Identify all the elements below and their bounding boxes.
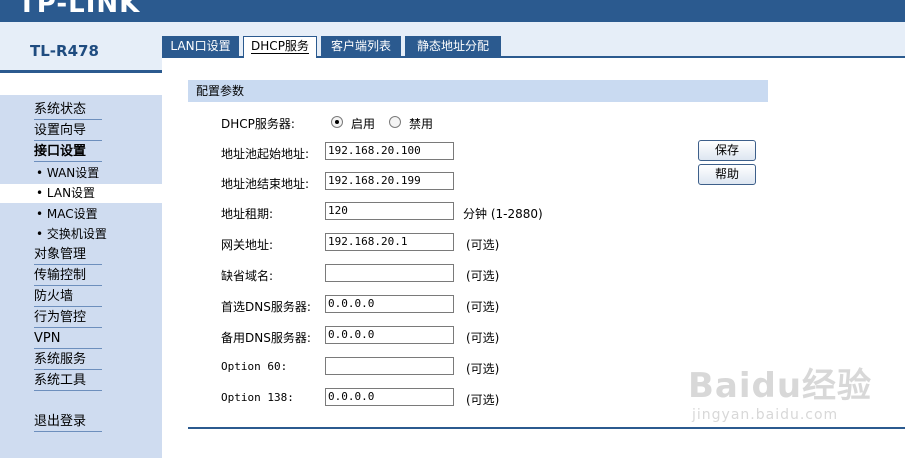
option60-input[interactable] [325, 357, 454, 375]
secondary-dns-optional-hint: (可选) [466, 331, 500, 345]
domain-optional-hint: (可选) [466, 269, 500, 283]
sidebar-item-logout[interactable]: 退出登录 [34, 413, 102, 432]
primary-dns-label: 首选DNS服务器: [221, 300, 311, 314]
option60-label: Option 60: [221, 360, 288, 373]
sidebar-item-setup-wizard[interactable]: 设置向导 [34, 122, 102, 141]
dhcp-disable-radio[interactable] [389, 116, 401, 128]
gateway-label: 网关地址: [221, 238, 274, 252]
sidebar-nav: 系统状态 设置向导 接口设置 • WAN设置 • LAN设置 • MAC设置 •… [0, 95, 162, 458]
pool-end-label: 地址池结束地址: [221, 177, 310, 191]
tab-bar: LAN口设置 DHCP服务 客户端列表 静态地址分配 [162, 22, 905, 58]
default-domain-label: 缺省域名: [221, 269, 274, 283]
lease-time-label: 地址租期: [221, 207, 274, 221]
sidebar-item-system-status[interactable]: 系统状态 [34, 101, 102, 120]
help-button[interactable]: 帮助 [698, 164, 756, 185]
lease-time-unit: 分钟 (1-2880) [463, 207, 543, 221]
secondary-dns-label: 备用DNS服务器: [221, 331, 311, 345]
tab-lan-port[interactable]: LAN口设置 [162, 36, 239, 56]
tab-dhcp-service[interactable]: DHCP服务 [243, 36, 317, 58]
lease-time-input[interactable]: 120 [325, 202, 454, 220]
sidebar: TL-R478 系统状态 设置向导 接口设置 • WAN设置 • LAN设置 •… [0, 22, 162, 458]
tplink-logo: TP-LINK [18, 0, 141, 19]
sidebar-item-mac[interactable]: • MAC设置 [36, 205, 104, 224]
bottom-divider [188, 427, 905, 429]
sidebar-item-interface-settings[interactable]: 接口设置 [34, 143, 102, 162]
baidu-watermark: Baidu经验 jingyan.baidu.com [688, 358, 872, 423]
sidebar-item-behavior-control[interactable]: 行为管控 [34, 309, 102, 328]
sidebar-item-system-services[interactable]: 系统服务 [34, 351, 102, 370]
radio-selected-dot [335, 120, 339, 124]
pool-start-label: 地址池起始地址: [221, 147, 310, 161]
sidebar-item-system-tools[interactable]: 系统工具 [34, 372, 102, 391]
default-domain-input[interactable] [325, 264, 454, 282]
sidebar-item-object-management[interactable]: 对象管理 [34, 246, 102, 265]
sidebar-item-lan[interactable]: • LAN设置 [0, 184, 162, 203]
option138-input[interactable]: 0.0.0.0 [325, 388, 454, 406]
dhcp-disable-label: 禁用 [409, 117, 434, 131]
secondary-dns-input[interactable]: 0.0.0.0 [325, 326, 454, 344]
top-banner: TP-LINK [0, 0, 905, 22]
sidebar-item-wan[interactable]: • WAN设置 [36, 164, 104, 183]
primary-dns-optional-hint: (可选) [466, 300, 500, 314]
option60-optional-hint: (可选) [466, 362, 500, 376]
sidebar-item-firewall[interactable]: 防火墙 [34, 288, 102, 307]
sidebar-item-vpn[interactable]: VPN [34, 330, 102, 349]
save-button[interactable]: 保存 [698, 140, 756, 161]
gateway-optional-hint: (可选) [466, 238, 500, 252]
watermark-main: Baidu经验 [688, 366, 873, 406]
dhcp-enable-radio[interactable] [331, 116, 343, 128]
section-header: 配置参数 [188, 80, 768, 102]
tab-static-assignment[interactable]: 静态地址分配 [405, 36, 501, 56]
option138-label: Option 138: [221, 391, 294, 404]
dhcp-server-label: DHCP服务器: [221, 117, 295, 131]
pool-start-input[interactable]: 192.168.20.100 [325, 142, 454, 160]
pool-end-input[interactable]: 192.168.20.199 [325, 172, 454, 190]
tab-dhcp-label: DHCP服务 [251, 39, 309, 54]
primary-dns-input[interactable]: 0.0.0.0 [325, 295, 454, 313]
gateway-input[interactable]: 192.168.20.1 [325, 233, 454, 251]
tab-client-list[interactable]: 客户端列表 [321, 36, 401, 56]
dhcp-enable-label: 启用 [351, 117, 376, 131]
sidebar-item-transmission-control[interactable]: 传输控制 [34, 267, 102, 286]
sidebar-item-switch[interactable]: • 交换机设置 [36, 225, 107, 244]
model-name: TL-R478 [30, 42, 99, 60]
option138-optional-hint: (可选) [466, 393, 500, 407]
model-box: TL-R478 [0, 22, 162, 73]
watermark-url: jingyan.baidu.com [692, 407, 839, 423]
